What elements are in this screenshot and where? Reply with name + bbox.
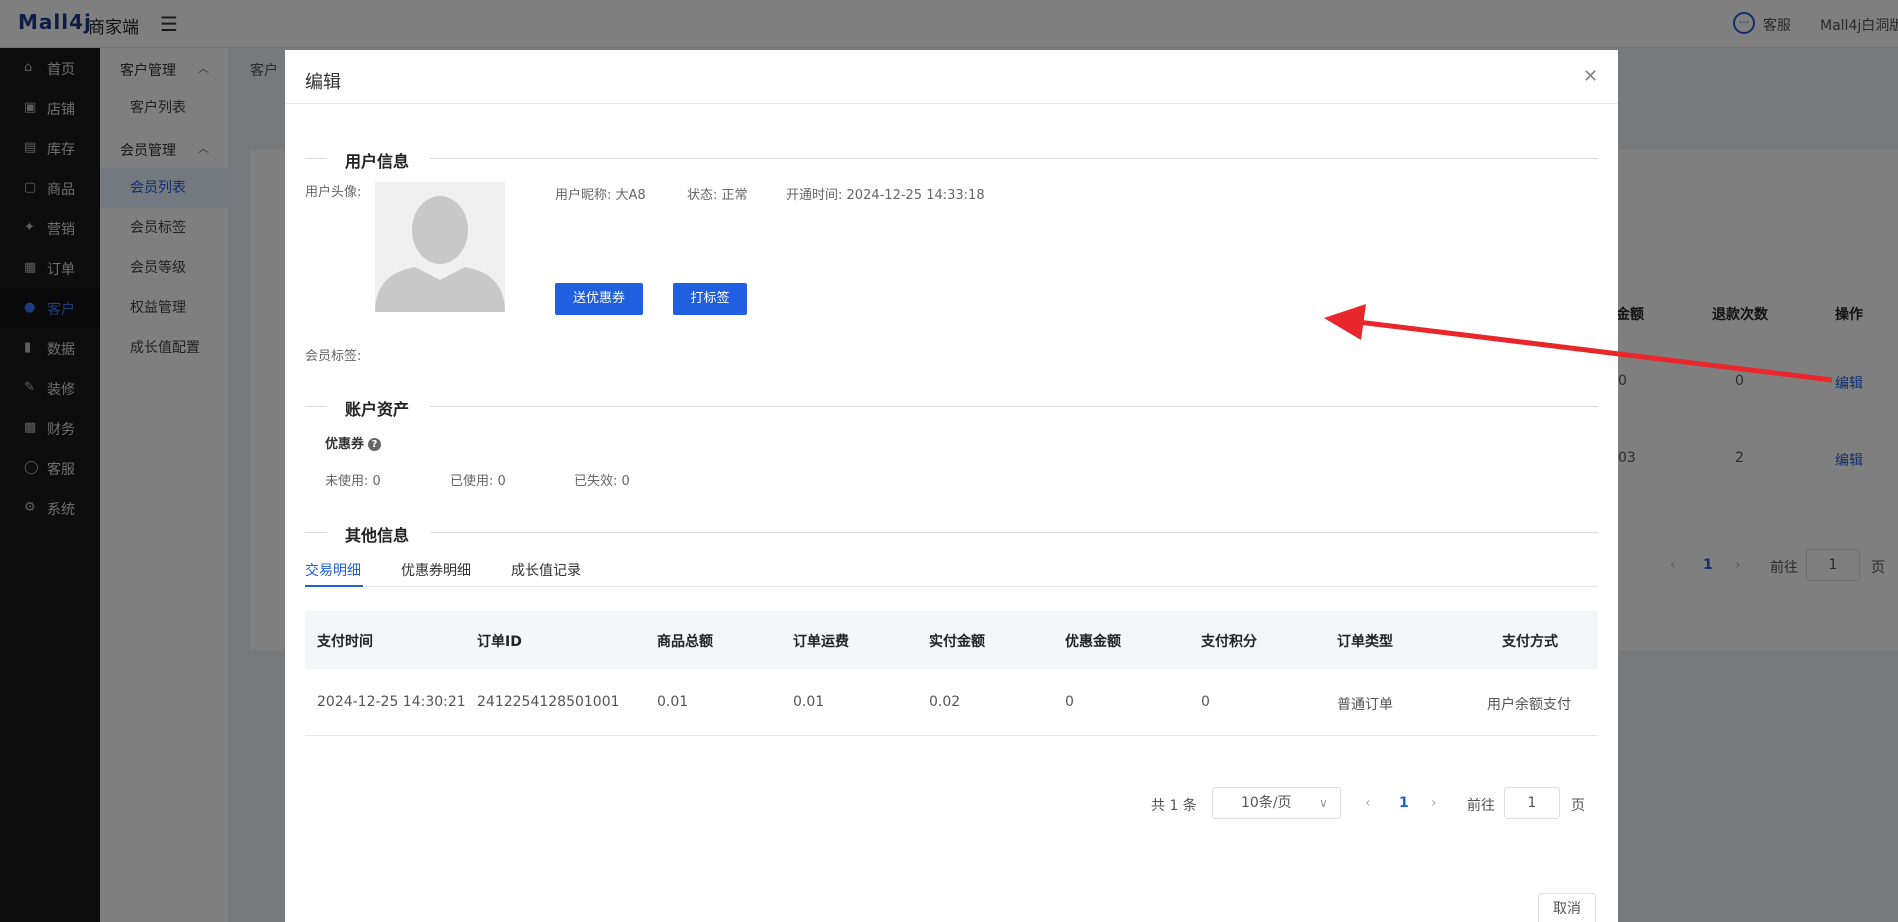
- section-divider: [305, 158, 327, 159]
- nickname-label-text: 用户昵称:: [555, 188, 612, 203]
- tab-transactions[interactable]: 交易明细: [305, 560, 361, 580]
- page-number[interactable]: 1: [1399, 795, 1409, 811]
- status-value: 正常: [721, 188, 748, 203]
- dialog-divider: [285, 103, 1618, 104]
- col-discount: 优惠金额: [1065, 634, 1121, 650]
- col-order-id: 订单ID: [477, 634, 522, 650]
- section-title-user: 用户信息: [345, 152, 410, 171]
- tab-growth-records[interactable]: 成长值记录: [511, 560, 581, 580]
- col-goods-total: 商品总额: [657, 634, 713, 650]
- coupon-title: 优惠券?: [325, 433, 382, 452]
- page-size-select[interactable]: 10条/页 ∨: [1212, 787, 1341, 819]
- used-value: 0: [497, 474, 506, 489]
- prev-page-icon[interactable]: ‹: [1365, 795, 1371, 811]
- expired-value: 0: [621, 474, 630, 489]
- cell-shipping: 0.01: [793, 694, 825, 710]
- nickname-value: 大A8: [615, 188, 646, 203]
- col-order-type: 订单类型: [1337, 634, 1393, 650]
- cell-points: 0: [1201, 694, 1210, 710]
- status-label-text: 状态:: [687, 188, 718, 203]
- page-size-value: 10条/页: [1241, 795, 1292, 811]
- member-tag-label: 会员标签:: [305, 349, 362, 364]
- cell-pay-method: 用户余额支付: [1487, 697, 1571, 713]
- open-time-label-text: 开通时间:: [786, 188, 843, 203]
- avatar: [375, 182, 505, 312]
- send-coupon-button[interactable]: 送优惠券: [555, 283, 643, 315]
- edit-dialog: 编辑 ✕ 用户信息 用户头像: 用户昵称: 大A8 状态: 正常 开通时间: 2…: [285, 50, 1618, 922]
- cell-order-id: 2412254128501001: [477, 694, 620, 710]
- row-divider: [305, 735, 1598, 736]
- page-suffix: 页: [1571, 798, 1585, 814]
- open-time-value: 2024-12-25 14:33:18: [846, 188, 985, 203]
- active-tab-indicator: [305, 585, 363, 587]
- open-time-label: 开通时间: 2024-12-25 14:33:18: [786, 184, 985, 203]
- coupon-title-text: 优惠券: [325, 437, 365, 452]
- cell-pay-time: 2024-12-25 14:30:21: [317, 694, 466, 710]
- section-title-assets: 账户资产: [345, 400, 410, 419]
- avatar-label: 用户头像:: [305, 185, 362, 200]
- close-icon[interactable]: ✕: [1583, 66, 1598, 87]
- section-divider: [430, 406, 1598, 407]
- help-icon[interactable]: ?: [368, 438, 382, 451]
- unused-label: 未使用:: [325, 474, 369, 489]
- used-label: 已使用:: [450, 474, 494, 489]
- section-title-other: 其他信息: [345, 526, 410, 545]
- col-pay-time: 支付时间: [317, 634, 373, 650]
- total-count: 共 1 条: [1151, 798, 1197, 814]
- chevron-down-icon: ∨: [1319, 796, 1328, 810]
- cell-order-type: 普通订单: [1337, 697, 1393, 713]
- expired-label: 已失效:: [574, 474, 618, 489]
- unused-value: 0: [372, 474, 381, 489]
- status-label: 状态: 正常: [687, 184, 748, 203]
- col-shipping: 订单运费: [793, 634, 849, 650]
- col-pay-method: 支付方式: [1502, 634, 1558, 650]
- cell-paid-amount: 0.02: [929, 694, 961, 710]
- cell-goods-total: 0.01: [657, 694, 689, 710]
- section-divider: [430, 158, 1598, 159]
- nickname-label: 用户昵称: 大A8: [555, 184, 646, 203]
- tab-coupon-details[interactable]: 优惠券明细: [401, 560, 471, 580]
- avatar-placeholder-icon: [375, 182, 505, 312]
- col-points: 支付积分: [1201, 634, 1257, 650]
- cell-discount: 0: [1065, 694, 1074, 710]
- add-tag-button[interactable]: 打标签: [673, 283, 747, 315]
- section-divider: [305, 406, 327, 407]
- col-paid-amount: 实付金额: [929, 634, 985, 650]
- used-count: 已使用: 0: [450, 470, 506, 489]
- cancel-button[interactable]: 取消: [1538, 893, 1596, 922]
- section-divider: [430, 532, 1598, 533]
- dialog-title: 编辑: [305, 72, 341, 93]
- expired-count: 已失效: 0: [574, 470, 630, 489]
- section-divider: [305, 532, 327, 533]
- next-page-icon[interactable]: ›: [1431, 795, 1437, 811]
- goto-label: 前往: [1467, 798, 1495, 814]
- unused-count: 未使用: 0: [325, 470, 381, 489]
- goto-page-input[interactable]: 1: [1504, 787, 1560, 819]
- tabs-baseline: [305, 586, 1598, 587]
